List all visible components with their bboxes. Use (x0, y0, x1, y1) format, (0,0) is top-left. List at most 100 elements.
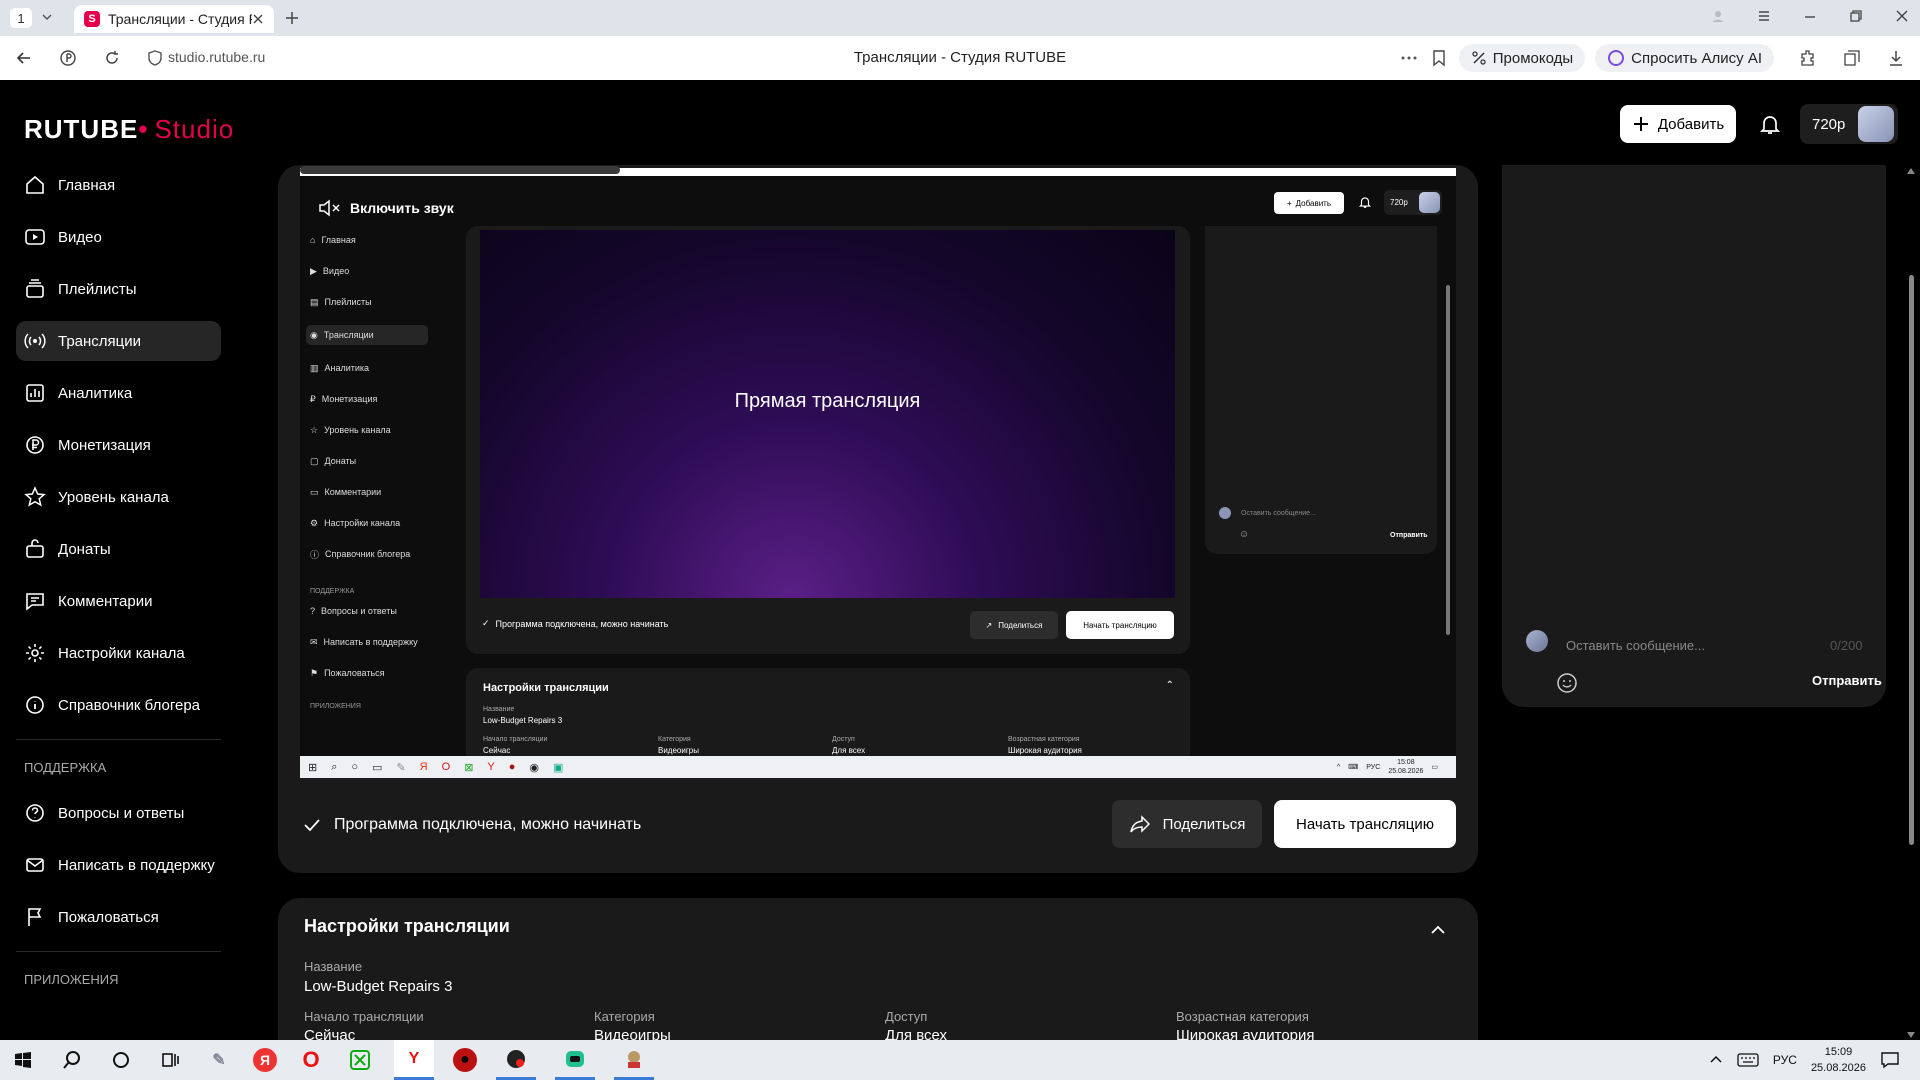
download-icon[interactable] (1886, 48, 1906, 68)
browser-tab-active[interactable]: S Трансляции - Студия R (74, 5, 274, 33)
preview-status-text: Программа подключена, можно начинать (495, 618, 669, 629)
chat-send-button[interactable]: Отправить (1812, 673, 1882, 688)
scroll-up-arrow-icon[interactable] (1906, 167, 1916, 175)
tray-clock[interactable]: 15:09 25.08.2026 (1811, 1044, 1866, 1076)
page-scrollbar-thumb[interactable] (1909, 275, 1914, 845)
sidebar-item-channel-settings[interactable]: Настройки канала (16, 633, 221, 673)
extensions-icon[interactable] (1798, 48, 1818, 68)
rutube-favicon-icon: S (84, 11, 100, 27)
share-button[interactable]: Поделиться (1112, 800, 1262, 848)
sidebar-item-report[interactable]: Пожаловаться (16, 897, 221, 937)
sidebar-item-channel-level[interactable]: Уровень канала (16, 477, 221, 517)
sidebar-item-label: Главная (58, 176, 116, 194)
unmute-button[interactable]: Включить звук (318, 198, 454, 218)
avatar[interactable] (1858, 106, 1894, 142)
ruble-icon (26, 436, 44, 454)
playlist-icon: ▤ (310, 296, 319, 307)
category-label: Категория (594, 1009, 655, 1024)
collections-icon[interactable] (1842, 48, 1862, 68)
app-icon-red-circle[interactable]: ● (453, 1048, 477, 1072)
rutube-studio-logo[interactable]: RUTUBE• Studio (24, 114, 234, 145)
yandex-active-app-icon[interactable]: Y (394, 1040, 434, 1080)
quality-profile-button[interactable]: 720p (1800, 104, 1898, 144)
bookmark-icon[interactable] (1429, 48, 1449, 68)
preview-tray-clock: 15:08 25.08.2026 (1388, 758, 1423, 776)
ask-alice-button[interactable]: Спросить Алису AI (1595, 44, 1774, 72)
new-tab-icon[interactable] (282, 8, 302, 28)
sidebar-item-monetization[interactable]: Монетизация (16, 425, 221, 465)
tray-language[interactable]: РУС (1773, 1053, 1797, 1067)
preview-share-button: ↗ Поделиться (970, 611, 1058, 639)
sidebar-item-donations[interactable]: Донаты (16, 529, 221, 569)
collapse-chevron-up-icon[interactable] (1428, 920, 1448, 940)
preview-support-heading: ПОДДЕРЖКА (310, 588, 355, 595)
sidebar-item-blogger-guide[interactable]: Справочник блогера (16, 685, 221, 725)
sidebar-item-home[interactable]: Главная (16, 165, 221, 205)
promo-codes-button[interactable]: Промокоды (1458, 44, 1586, 72)
scroll-down-arrow-icon[interactable] (1906, 1031, 1916, 1039)
sidebar-item-contact-support[interactable]: Написать в поддержку (16, 845, 221, 885)
tab-list-chevron-icon[interactable] (40, 10, 54, 24)
profile-icon[interactable] (1710, 8, 1726, 24)
preview-nav-video: ▶ Видео (310, 263, 470, 279)
sidebar-divider (16, 951, 221, 952)
preview-nav-label: Настройки канала (324, 518, 401, 528)
minimize-icon[interactable] (1802, 8, 1818, 24)
chat-message-input[interactable]: Оставить сообщение... (1566, 638, 1705, 653)
notifications-bell-icon[interactable] (1758, 112, 1782, 136)
keyboard-icon[interactable] (1737, 1053, 1759, 1067)
search-icon[interactable] (57, 1045, 87, 1075)
start-broadcast-button[interactable]: Начать трансляцию (1274, 800, 1456, 848)
restore-icon[interactable] (1848, 8, 1864, 24)
preview-nav-label: Аналитика (324, 363, 370, 373)
share-icon (1129, 815, 1150, 833)
sidebar-item-comments[interactable]: Комментарии (16, 581, 221, 621)
opera-icon[interactable]: O (296, 1045, 326, 1075)
preview-tray: ^ ⌨ РУС 15:08 25.08.2026 ▭ (1337, 758, 1438, 776)
task-view-icon[interactable] (155, 1045, 185, 1075)
menu-icon[interactable] (1756, 8, 1772, 24)
broadcast-icon (24, 333, 46, 349)
app-icon-game[interactable] (496, 1040, 536, 1080)
preview-nav-label: Видео (322, 266, 350, 276)
name-value[interactable]: Low-Budget Repairs 3 (304, 978, 452, 995)
preview-nav-label: Справочник блогера (325, 549, 411, 559)
close-tab-icon[interactable] (252, 13, 264, 25)
sidebar-item-broadcasts[interactable]: Трансляции (16, 321, 221, 361)
ruble-icon: ₽ (310, 393, 316, 404)
preview-start-time-label: Начало трансляции (483, 736, 548, 743)
sidebar-item-faq[interactable]: Вопросы и ответы (16, 793, 221, 833)
xbox-icon[interactable] (345, 1045, 375, 1075)
yandex-browser-icon[interactable]: Я (253, 1048, 277, 1072)
sidebar-item-label: Пожаловаться (58, 908, 159, 926)
opera-icon: O (441, 761, 451, 773)
sidebar-apps-heading: ПРИЛОЖЕНИЯ (24, 972, 119, 987)
sidebar-item-label: Справочник блогера (58, 696, 201, 714)
gear-icon (26, 644, 44, 662)
app-icon: ● (508, 761, 516, 773)
chat-char-counter: 0/200 (1830, 638, 1863, 653)
sidebar-item-video[interactable]: Видео (16, 217, 221, 257)
preview-settings: Настройки трансляции ⌃ Название Low-Budg… (466, 668, 1190, 756)
sidebar-item-playlists[interactable]: Плейлисты (16, 269, 221, 309)
yandex-icon: Y (487, 761, 495, 773)
home-icon (26, 175, 44, 194)
sidebar-item-analytics[interactable]: Аналитика (16, 373, 221, 413)
preview-add-label: Добавить (1295, 198, 1332, 208)
emoji-smile-icon[interactable] (1556, 672, 1578, 694)
age-category-label: Возрастная категория (1176, 1009, 1309, 1024)
preview-start-label: Начать трансляцию (1083, 620, 1157, 630)
notification-center-icon[interactable] (1880, 1051, 1900, 1069)
windows-start-icon[interactable] (8, 1045, 38, 1075)
tray-chevron-up-icon[interactable] (1709, 1053, 1723, 1067)
close-window-icon[interactable] (1894, 8, 1910, 24)
check-icon (304, 819, 320, 832)
info-icon: ⓘ (310, 549, 320, 560)
add-button[interactable]: Добавить (1620, 105, 1736, 143)
app-icon-green[interactable] (555, 1040, 595, 1080)
pencil-app-icon[interactable]: ✎ (204, 1045, 234, 1075)
tab-counter[interactable]: 1 (10, 8, 32, 28)
app-icon-character[interactable] (614, 1040, 654, 1080)
cortana-icon[interactable] (106, 1045, 136, 1075)
more-dots-icon[interactable] (1399, 48, 1419, 68)
